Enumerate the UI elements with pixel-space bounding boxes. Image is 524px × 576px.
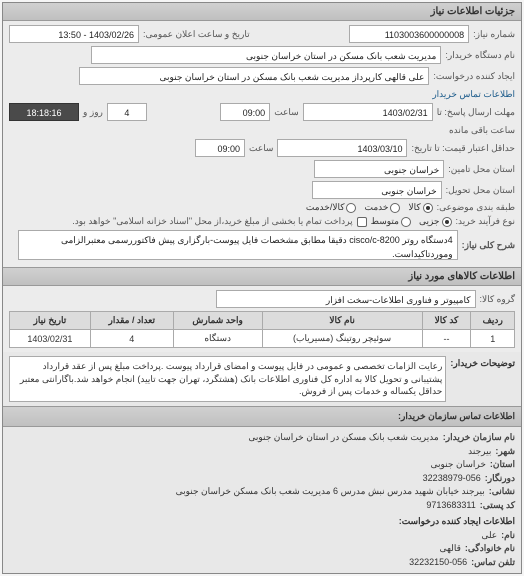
cell-code: -- (422, 330, 471, 348)
cell-name: سوئیچر روتینگ (مسیریاب) (262, 330, 422, 348)
v-addr: بیرجند خیابان شهید مدرس نبش مدرس 6 مدیری… (176, 485, 485, 499)
contact-title: اطلاعات تماس سازمان خریدار: (3, 407, 521, 428)
cell-unit: دستگاه (173, 330, 262, 348)
radio-dot-icon (346, 203, 356, 213)
deadline-time: 09:00 (220, 103, 270, 121)
req-title: اطلاعات ایجاد کننده درخواست: (9, 515, 515, 529)
cell-row: 1 (471, 330, 515, 348)
radio-low[interactable]: جزیی (419, 216, 452, 227)
goods-group: کامپیوتر و فناوری اطلاعات-سخت افزار (216, 290, 476, 308)
label-requester: ایجاد کننده درخواست: (433, 71, 515, 82)
label-at1: ساعت (274, 107, 299, 118)
checkbox-treasury[interactable] (357, 217, 367, 227)
label-at2: ساعت (249, 143, 274, 154)
goods-table: ردیف کد کالا نام کالا واحد شمارش تعداد /… (9, 311, 515, 348)
goods-section-title: اطلاعات کالاهای مورد نیاز (3, 267, 521, 286)
buyer-desc-row: توضیحات خریدار: رعایت الزامات تخصصی و عم… (3, 352, 521, 406)
radio-dot-icon (401, 217, 411, 227)
k-lname: نام خانوادگی: (465, 542, 515, 556)
k-addr: نشانی: (489, 485, 515, 499)
v-tel: 32232150-056 (409, 556, 467, 570)
k-city: شهر: (495, 445, 515, 459)
radio-dot-icon (442, 217, 452, 227)
label-pack-type: طبقه بندی موضوعی: (437, 202, 515, 213)
need-number: 1103003600000008 (349, 25, 469, 43)
buyer-org: مدیریت شعب بانک مسکن در استان خراسان جنو… (91, 46, 441, 64)
label-public-date: تاریخ و ساعت اعلان عمومی: (143, 29, 250, 40)
radio-goods[interactable]: کالا (408, 202, 432, 213)
label-group: گروه کالا: (480, 294, 515, 305)
label-number: شماره نیاز: (473, 29, 515, 40)
remaining-days: 4 (107, 103, 147, 121)
requester: علی قالهی کارپرداز مدیریت شعب بانک مسکن … (79, 67, 429, 85)
cell-date: 1403/02/31 (10, 330, 91, 348)
pack-type-group: کالا خدمت کالا/خدمت (306, 202, 433, 213)
valid-until-date: 1403/03/10 (277, 139, 407, 157)
th-name: نام کالا (262, 312, 422, 330)
label-buyer-org: نام دستگاه خریدار: (445, 50, 515, 61)
radio-mid[interactable]: متوسط (371, 216, 411, 227)
k-tel: تلفن تماس: (471, 556, 515, 570)
radio-dot-icon (423, 203, 433, 213)
label-deadline: مهلت ارسال پاسخ: تا (437, 107, 515, 118)
v-post: 9713683311 (426, 499, 475, 513)
label-pay-type: نوع فرآیند خرید: (456, 216, 516, 227)
label-supply-prov: استان محل تامین: (448, 164, 515, 175)
table-header-row: ردیف کد کالا نام کالا واحد شمارش تعداد /… (10, 312, 515, 330)
k-prov: استان: (490, 458, 515, 472)
radio-both[interactable]: کالا/خدمت (306, 202, 357, 213)
contact-panel: اطلاعات تماس سازمان خریدار: نام سازمان خ… (3, 406, 521, 574)
need-title-text[interactable] (18, 230, 458, 260)
buyer-contact-link[interactable]: اطلاعات تماس خریدار (432, 89, 515, 100)
v-city: بیرجند (468, 445, 491, 459)
label-days: روز و (83, 107, 103, 118)
table-row: 1 -- سوئیچر روتینگ (مسیریاب) دستگاه 4 14… (10, 330, 515, 348)
panel-title: جزئیات اطلاعات نیاز (3, 3, 521, 21)
deadline-date: 1403/02/31 (303, 103, 433, 121)
k-name: نام: (501, 529, 515, 543)
need-details-panel: جزئیات اطلاعات نیاز شماره نیاز: 11030036… (2, 2, 522, 574)
cell-qty: 4 (90, 330, 173, 348)
label-remain: ساعت باقی مانده (449, 125, 515, 136)
buyer-desc: رعایت الزامات تخصصی و عمومی در فایل پیوس… (9, 356, 446, 402)
v-prov: خراسان جنوبی (431, 458, 486, 472)
label-need-title: شرح کلی نیاز: (462, 240, 515, 251)
k-post: کد پستی: (480, 499, 515, 513)
radio-dot-icon (390, 203, 400, 213)
v-org: مدیریت شعب بانک مسکن در استان خراسان جنو… (248, 431, 438, 445)
th-unit: واحد شمارش (173, 312, 262, 330)
supply-prov: خراسان جنوبی (314, 160, 444, 178)
public-date: 1403/02/26 - 13:50 (9, 25, 139, 43)
delivery-prov: خراسان جنوبی (312, 181, 442, 199)
v-fax: 32238979-056 (423, 472, 481, 486)
k-fax: دورنگار: (485, 472, 515, 486)
th-qty: تعداد / مقدار (90, 312, 173, 330)
k-org: نام سازمان خریدار: (443, 431, 515, 445)
th-date: تاریخ نیاز (10, 312, 91, 330)
th-row: ردیف (471, 312, 515, 330)
label-valid-until: حداقل اعتبار قیمت: تا تاریخ: (411, 143, 515, 154)
v-name: علی (481, 529, 497, 543)
th-code: کد کالا (422, 312, 471, 330)
radio-service[interactable]: خدمت (364, 202, 400, 213)
pay-type-group: جزیی متوسط (371, 216, 452, 227)
form-body: شماره نیاز: 1103003600000008 تاریخ و ساع… (3, 21, 521, 267)
v-lname: قالهی (439, 542, 460, 556)
valid-until-time: 09:00 (195, 139, 245, 157)
pay-note: پرداخت تمام یا بخشی از مبلغ خرید،از محل … (72, 216, 352, 227)
label-desc: توضیحات خریدار: (450, 356, 515, 369)
checkbox-icon (357, 217, 367, 227)
label-delivery-prov: استان محل تحویل: (446, 185, 515, 196)
remaining-time: 18:18:16 (9, 103, 79, 121)
